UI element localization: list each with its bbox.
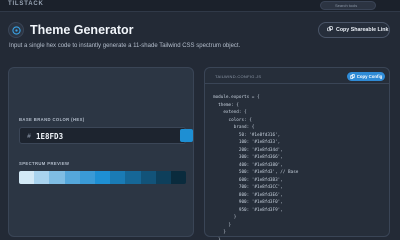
hex-input[interactable] — [36, 129, 166, 143]
spectrum-label: SPECTRUM PREVIEW — [19, 161, 70, 166]
code-line: } — [213, 215, 237, 220]
spectrum-swatch — [170, 171, 186, 184]
code-panel: TAILWIND.CONFIG.JS Copy Config module.ex… — [204, 67, 390, 240]
spectrum-swatch — [140, 171, 156, 184]
code-line: 400: '#1e8fd380', — [213, 162, 283, 168]
hash-prefix: # — [27, 132, 31, 140]
code-line: extend: { — [213, 110, 247, 115]
code-line: theme: { — [213, 102, 239, 108]
spectrum-swatch — [94, 171, 111, 184]
search-input[interactable]: Search tools — [320, 1, 376, 10]
code-line: brand: { — [213, 125, 255, 130]
code-line: 100: '#1e8fd33', — [213, 140, 281, 145]
spectrum-swatch — [49, 171, 65, 184]
page-title: Theme Generator — [30, 23, 134, 37]
link-icon — [327, 26, 333, 34]
code-line: } — [213, 222, 232, 228]
code-line: 800: '#1e8fd3E6', — [213, 192, 283, 198]
spectrum-swatch — [19, 171, 35, 184]
page-subtitle: Input a single hex code to instantly gen… — [9, 43, 241, 49]
code-line: 500: '#1e8fd3', // Base — [213, 170, 299, 175]
share-button-label: Copy Shareable Link — [336, 27, 389, 33]
hex-field-label: BASE BRAND COLOR (HEX) — [19, 117, 85, 122]
code-line: 300: '#1e8fd366', — [213, 155, 283, 160]
copy-config-button[interactable]: Copy Config — [347, 72, 385, 81]
top-bar: TILSTACK Search tools — [0, 0, 400, 12]
spectrum-swatch — [64, 171, 80, 184]
code-line: 600: '#1e8fd3B3', — [213, 177, 283, 183]
color-swatch[interactable] — [180, 129, 193, 142]
config-code-block: module.exports = { theme: { extend: { co… — [213, 94, 298, 240]
spectrum-swatch — [110, 171, 126, 184]
code-line: 50: '#1e8fd316', — [213, 132, 281, 138]
code-filename: TAILWIND.CONFIG.JS — [215, 74, 262, 79]
code-line: 200: '#1e8fd34d', — [213, 147, 283, 153]
copy-icon — [349, 73, 355, 80]
spectrum-swatch — [34, 171, 50, 184]
code-line: 900: '#1e8fd3F0', — [213, 200, 283, 205]
code-line: colors: { — [213, 117, 252, 123]
palette-icon — [8, 22, 24, 38]
copy-shareable-link-button[interactable]: Copy Shareable Link — [318, 22, 390, 38]
code-line: } — [213, 230, 226, 235]
code-line: 700: '#1e8fd3CC', — [213, 185, 283, 190]
spectrum-swatch — [125, 171, 141, 184]
spectrum-swatch — [79, 171, 95, 184]
app-brand: TILSTACK — [8, 1, 44, 7]
code-line: 950: '#1e8fd3F9', — [213, 207, 283, 213]
hex-field: # — [19, 127, 193, 144]
spectrum-preview — [19, 171, 186, 184]
spectrum-swatch — [155, 171, 171, 184]
code-header: TAILWIND.CONFIG.JS Copy Config — [205, 68, 389, 84]
code-line: } — [213, 237, 221, 240]
code-line: module.exports = { — [213, 95, 260, 100]
copy-config-label: Copy Config — [356, 74, 383, 79]
input-panel: BASE BRAND COLOR (HEX) # SPECTRUM PREVIE… — [8, 67, 194, 237]
